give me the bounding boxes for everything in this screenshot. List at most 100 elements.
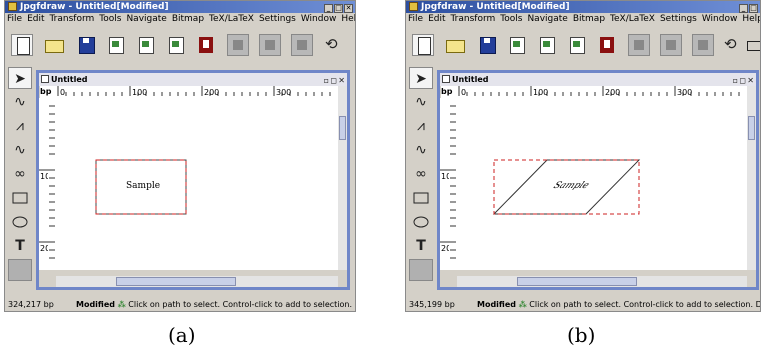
menu-settings[interactable]: Settings bbox=[660, 14, 697, 24]
status-bar: 324,217 bp Modified ⁂ Click on path to se… bbox=[5, 299, 355, 311]
curve-tool-icon[interactable]: ∿ bbox=[8, 139, 32, 161]
vertical-scrollbar[interactable] bbox=[747, 86, 756, 270]
menu-bitmap[interactable]: Bitmap bbox=[573, 14, 605, 24]
menu-tex[interactable]: TeX/LaTeX bbox=[610, 14, 655, 24]
save-icon[interactable] bbox=[476, 34, 498, 56]
maximize-button[interactable]: □ bbox=[334, 4, 343, 13]
ruler-label: 200 bbox=[204, 88, 220, 97]
menu-settings[interactable]: Settings bbox=[259, 14, 296, 24]
maximize-button[interactable]: □ bbox=[749, 4, 758, 13]
new-file-icon[interactable] bbox=[11, 34, 33, 56]
menu-transform[interactable]: Transform bbox=[50, 14, 95, 24]
text-tool-icon[interactable]: T bbox=[8, 235, 32, 257]
window-title: Jpgfdraw - Untitled[Modified] bbox=[421, 2, 570, 12]
polyline-icon[interactable]: ∿ bbox=[8, 91, 32, 113]
disabled-tool-icon[interactable] bbox=[291, 34, 313, 56]
scroll-thumb[interactable] bbox=[339, 116, 346, 140]
disabled-tool-icon[interactable] bbox=[259, 34, 281, 56]
menu-help[interactable]: Help bbox=[742, 14, 760, 24]
title-bar[interactable]: Jpgfdraw - Untitled[Modified] _ □ ✕ bbox=[5, 1, 355, 13]
polyline-icon[interactable]: ∿ bbox=[409, 91, 433, 113]
open-folder-icon[interactable] bbox=[444, 34, 466, 56]
close-doc-icon[interactable] bbox=[195, 34, 217, 56]
loop-tool-icon[interactable]: ∞ bbox=[8, 163, 32, 185]
line-tool-icon[interactable]: ⩘ bbox=[409, 115, 433, 137]
ruler-label: 200 bbox=[40, 244, 48, 253]
menu-tools[interactable]: Tools bbox=[500, 14, 522, 24]
disabled-tool-icon[interactable] bbox=[227, 34, 249, 56]
ruler-label: 100 bbox=[40, 172, 48, 181]
menu-window[interactable]: Window bbox=[702, 14, 738, 24]
menu-tex[interactable]: TeX/LaTeX bbox=[209, 14, 254, 24]
disabled-tool-icon[interactable] bbox=[660, 34, 682, 56]
rotate-icon[interactable] bbox=[720, 34, 742, 56]
sample-text[interactable]: Sample bbox=[551, 181, 591, 191]
image-print-icon[interactable] bbox=[135, 34, 157, 56]
vertical-scrollbar[interactable] bbox=[338, 86, 347, 270]
line-tool-icon[interactable]: ⩘ bbox=[8, 115, 32, 137]
close-doc-icon[interactable] bbox=[596, 34, 618, 56]
loop-tool-icon[interactable]: ∞ bbox=[409, 163, 433, 185]
menu-bitmap[interactable]: Bitmap bbox=[172, 14, 204, 24]
document-title-bar[interactable]: Untitled ▫ ◻ ✕ bbox=[440, 73, 756, 86]
document-title: Untitled bbox=[452, 75, 489, 84]
image-export-icon[interactable] bbox=[105, 34, 127, 56]
toolbar bbox=[5, 29, 355, 61]
jpgfdraw-window-b: Jpgfdraw - Untitled[Modified] _ □ File Edi… bbox=[405, 0, 761, 312]
image-icon[interactable] bbox=[566, 34, 588, 56]
ruler-label: 200 bbox=[605, 88, 621, 97]
scroll-thumb[interactable] bbox=[748, 116, 755, 140]
ellipse-tool-icon[interactable] bbox=[409, 211, 433, 233]
status-icon: ⁂ bbox=[117, 300, 126, 309]
math-tool-icon[interactable] bbox=[409, 259, 433, 281]
ruler-label: 0 bbox=[60, 88, 66, 97]
status-message: Click on path to select. Control-click t… bbox=[128, 300, 355, 309]
minimize-button[interactable]: _ bbox=[739, 4, 748, 13]
menu-transform[interactable]: Transform bbox=[451, 14, 496, 24]
menu-bar: File Edit Transform Tools Navigate Bitmap TeX/… bbox=[5, 13, 355, 25]
close-button[interactable]: ✕ bbox=[344, 4, 353, 13]
menu-window[interactable]: Window bbox=[301, 14, 337, 24]
menu-help[interactable]: Help bbox=[341, 14, 355, 24]
save-icon[interactable] bbox=[75, 34, 97, 56]
scroll-thumb[interactable] bbox=[517, 277, 637, 286]
ellipse-tool-icon[interactable] bbox=[8, 211, 32, 233]
minimize-button[interactable]: _ bbox=[324, 4, 333, 13]
horizontal-scrollbar[interactable] bbox=[56, 276, 338, 287]
menu-file[interactable]: File bbox=[7, 14, 22, 24]
select-pointer-icon[interactable]: ➤ bbox=[8, 67, 32, 89]
cursor-coords: 345,199 bp bbox=[409, 300, 455, 309]
title-bar[interactable]: Jpgfdraw - Untitled[Modified] _ □ bbox=[406, 1, 760, 13]
rotate-icon[interactable] bbox=[321, 34, 343, 56]
status-icon: ⁂ bbox=[518, 300, 527, 309]
text-tool-icon[interactable]: T bbox=[409, 235, 433, 257]
rectangle-tool-icon[interactable] bbox=[8, 187, 32, 209]
open-folder-icon[interactable] bbox=[43, 34, 65, 56]
ruler-unit: bp bbox=[441, 86, 457, 98]
image-export-icon[interactable] bbox=[506, 34, 528, 56]
rectangle-tool-icon[interactable] bbox=[409, 187, 433, 209]
image-icon[interactable] bbox=[165, 34, 187, 56]
document-title-bar[interactable]: Untitled ▫ ◻ ✕ bbox=[39, 73, 347, 86]
sample-text[interactable]: Sample bbox=[126, 181, 160, 191]
menu-file[interactable]: File bbox=[408, 14, 423, 24]
menu-tools[interactable]: Tools bbox=[99, 14, 121, 24]
menu-edit[interactable]: Edit bbox=[428, 14, 445, 24]
scroll-thumb[interactable] bbox=[116, 277, 236, 286]
menu-navigate[interactable]: Navigate bbox=[527, 14, 567, 24]
menu-bar: File Edit Transform Tools Navigate Bitmap TeX/… bbox=[406, 13, 760, 25]
math-tool-icon[interactable] bbox=[8, 259, 32, 281]
new-file-icon[interactable] bbox=[412, 34, 434, 56]
menu-navigate[interactable]: Navigate bbox=[126, 14, 166, 24]
drawing-canvas[interactable]: Sample bbox=[457, 98, 747, 270]
disabled-tool-icon[interactable] bbox=[628, 34, 650, 56]
curve-tool-icon[interactable]: ∿ bbox=[409, 139, 433, 161]
horizontal-scrollbar[interactable] bbox=[457, 276, 747, 287]
image-print-icon[interactable] bbox=[536, 34, 558, 56]
app-icon bbox=[409, 2, 418, 11]
menu-edit[interactable]: Edit bbox=[27, 14, 44, 24]
rectangle-view-icon[interactable] bbox=[744, 34, 760, 56]
disabled-tool-icon[interactable] bbox=[692, 34, 714, 56]
select-pointer-icon[interactable]: ➤ bbox=[409, 67, 433, 89]
drawing-canvas[interactable]: Sample bbox=[56, 98, 338, 270]
